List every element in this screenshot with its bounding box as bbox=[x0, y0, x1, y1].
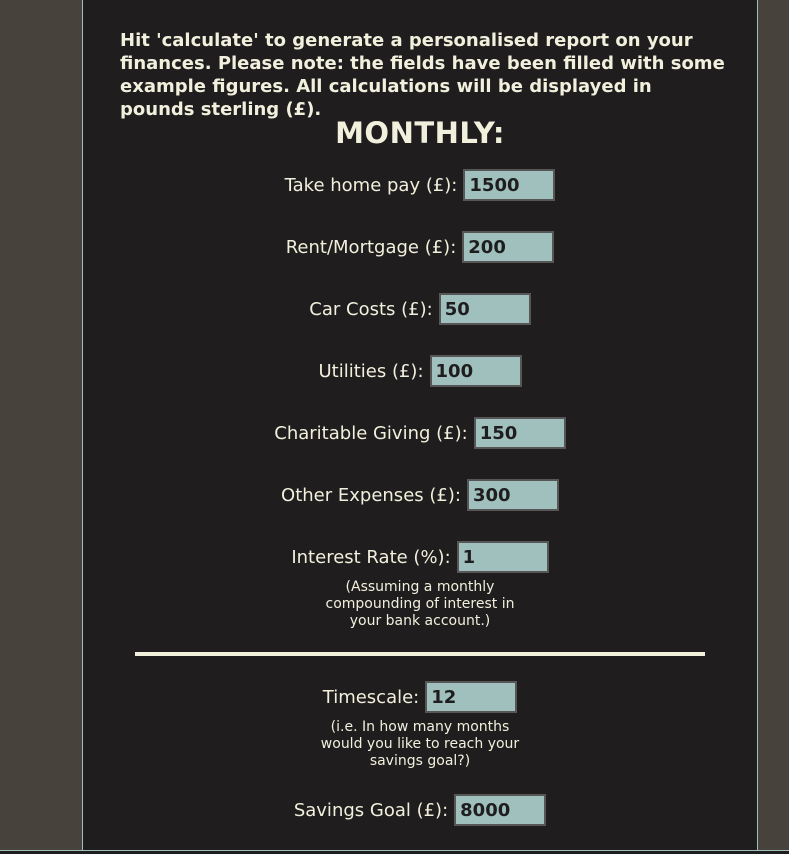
savings-goal-label: Savings Goal (£): bbox=[293, 799, 449, 821]
bottom-border bbox=[0, 850, 789, 854]
intro-text: Hit 'calculate' to generate a personalis… bbox=[120, 30, 725, 120]
timescale-input[interactable] bbox=[425, 681, 518, 713]
monthly-heading: MONTHLY: bbox=[335, 116, 505, 150]
charitable-giving-row: Charitable Giving (£): bbox=[83, 417, 757, 449]
charitable-giving-input[interactable] bbox=[473, 417, 566, 449]
interest-rate-input[interactable] bbox=[456, 541, 549, 573]
interest-rate-label: Interest Rate (%): bbox=[291, 546, 451, 568]
right-margin bbox=[758, 0, 789, 853]
interest-rate-row: Interest Rate (%): bbox=[83, 541, 757, 573]
left-margin bbox=[0, 0, 82, 853]
take-home-pay-row: Take home pay (£): bbox=[83, 169, 757, 201]
other-expenses-input[interactable] bbox=[466, 479, 559, 511]
section-divider bbox=[135, 652, 705, 656]
utilities-row: Utilities (£): bbox=[83, 355, 757, 387]
calculator-panel: Hit 'calculate' to generate a personalis… bbox=[82, 0, 758, 850]
rent-label: Rent/Mortgage (£): bbox=[285, 236, 457, 258]
car-costs-row: Car Costs (£): bbox=[83, 293, 757, 325]
utilities-label: Utilities (£): bbox=[318, 360, 424, 382]
timescale-row: Timescale: bbox=[83, 681, 757, 713]
car-costs-label: Car Costs (£): bbox=[309, 298, 433, 320]
interest-note: (Assuming a monthly compounding of inter… bbox=[325, 579, 515, 629]
take-home-pay-label: Take home pay (£): bbox=[284, 174, 458, 196]
rent-row: Rent/Mortgage (£): bbox=[83, 231, 757, 263]
utilities-input[interactable] bbox=[429, 355, 522, 387]
timescale-note: (i.e. In how many months would you like … bbox=[320, 719, 520, 769]
other-expenses-label: Other Expenses (£): bbox=[281, 484, 461, 506]
other-expenses-row: Other Expenses (£): bbox=[83, 479, 757, 511]
savings-goal-row: Savings Goal (£): bbox=[83, 794, 757, 826]
savings-goal-input[interactable] bbox=[454, 794, 547, 826]
rent-input[interactable] bbox=[462, 231, 555, 263]
charitable-giving-label: Charitable Giving (£): bbox=[274, 422, 468, 444]
timescale-label: Timescale: bbox=[322, 686, 420, 708]
take-home-pay-input[interactable] bbox=[463, 169, 556, 201]
car-costs-input[interactable] bbox=[438, 293, 531, 325]
